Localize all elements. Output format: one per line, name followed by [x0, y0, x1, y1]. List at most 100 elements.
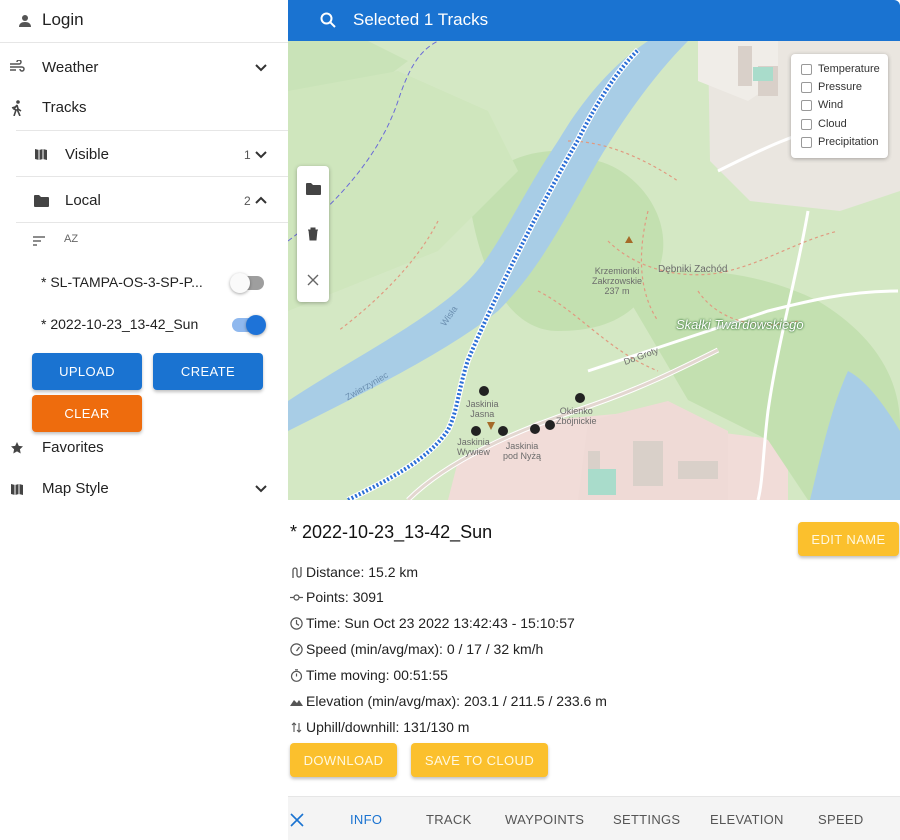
local-count: 2	[244, 194, 251, 208]
track-item-name: * 2022-10-23_13-42_Sun	[41, 316, 199, 332]
sort-row: AZ	[0, 228, 288, 252]
delete-tool[interactable]	[297, 214, 329, 254]
stat-points: Points: 3091	[290, 588, 384, 606]
stat-uphill: Uphill/downhill: 131/130 m	[290, 718, 469, 736]
tab-settings[interactable]: SETTINGS	[613, 797, 680, 840]
stat-time: Time: Sun Oct 23 2022 13:42:43 - 15:10:5…	[290, 614, 575, 632]
tracks-label: Tracks	[42, 99, 87, 116]
trash-icon	[308, 227, 318, 241]
weather-layer-option[interactable]: Precipitation	[801, 134, 879, 150]
favorites-item[interactable]: Favorites	[0, 432, 288, 462]
hiking-icon	[9, 100, 25, 116]
weather-layer-option[interactable]: Cloud	[801, 116, 847, 132]
folder-icon	[33, 192, 49, 208]
save-to-cloud-button[interactable]: SAVE TO CLOUD	[411, 743, 548, 777]
weather-label: Weather	[42, 59, 99, 76]
up-down-arrows-icon	[290, 721, 303, 734]
map-label: Jaskinia Jasna	[466, 399, 499, 419]
chevron-up-icon[interactable]	[254, 193, 268, 207]
weather-layer-option[interactable]: Wind	[801, 97, 843, 113]
map-label: Krzemionki Zakrzowskie 237 m	[592, 266, 643, 296]
local-item[interactable]: Local 2	[0, 183, 288, 217]
sidebar: Login Weather Tracks Visible 1 Local 2 A…	[0, 0, 288, 840]
track-title: * 2022-10-23_13-42_Sun	[290, 522, 493, 542]
stat-distance: Distance: 15.2 km	[290, 563, 418, 581]
login-item[interactable]: Login	[0, 0, 288, 42]
speedometer-icon	[290, 642, 303, 656]
divider	[0, 42, 288, 43]
chevron-down-icon[interactable]	[254, 148, 268, 162]
close-icon[interactable]	[290, 813, 304, 827]
close-icon	[307, 274, 319, 286]
map-label: Skałki Twardowskiego	[676, 317, 804, 332]
bottom-tabs: INFO TRACK WAYPOINTS SETTINGS ELEVATION …	[288, 796, 900, 840]
divider	[16, 176, 288, 177]
visible-item[interactable]: Visible 1	[0, 137, 288, 171]
map-style-item[interactable]: Map Style	[0, 472, 288, 504]
edit-name-button[interactable]: EDIT NAME	[798, 522, 899, 556]
tab-track[interactable]: TRACK	[426, 797, 472, 840]
visible-count: 1	[244, 148, 251, 162]
points-icon	[290, 591, 303, 604]
local-label: Local	[65, 192, 101, 209]
create-button[interactable]: CREATE	[153, 353, 263, 390]
divider	[16, 222, 288, 223]
open-folder-tool[interactable]	[297, 168, 329, 208]
track-info-panel: * 2022-10-23_13-42_Sun EDIT NAME Distanc…	[288, 500, 900, 796]
tab-elevation[interactable]: ELEVATION	[710, 797, 784, 840]
visible-label: Visible	[65, 146, 109, 163]
timer-icon	[290, 668, 303, 682]
download-button[interactable]: DOWNLOAD	[290, 743, 397, 777]
weather-item[interactable]: Weather	[0, 50, 288, 84]
map-label: Jaskinia Wywiew	[457, 437, 490, 457]
divider	[16, 130, 288, 131]
selection-title: Selected 1 Tracks	[353, 10, 489, 29]
login-label: Login	[42, 10, 84, 29]
person-icon	[17, 13, 33, 29]
chevron-down-icon[interactable]	[254, 61, 268, 75]
checkbox[interactable]	[801, 81, 812, 93]
clear-button[interactable]: CLEAR	[32, 395, 142, 432]
clock-icon	[290, 616, 303, 630]
tab-speed[interactable]: SPEED	[818, 797, 864, 840]
track-item-name: * SL-TAMPA-OS-3-SP-P...	[41, 274, 203, 290]
map-label: Dębniki Zachód	[658, 264, 728, 275]
route-icon	[290, 566, 303, 579]
sort-icon[interactable]	[31, 233, 47, 249]
weather-layers-control: Temperature Pressure Wind Cloud Precipit…	[791, 54, 888, 158]
track-item[interactable]: * SL-TAMPA-OS-3-SP-P...	[0, 270, 288, 296]
track-visibility-toggle[interactable]	[232, 315, 266, 335]
stat-speed: Speed (min/avg/max): 0 / 17 / 32 km/h	[290, 640, 543, 658]
terrain-icon	[290, 695, 303, 708]
search-icon[interactable]	[320, 12, 336, 28]
favorites-label: Favorites	[42, 439, 104, 456]
selection-header: Selected 1 Tracks	[288, 0, 900, 41]
checkbox[interactable]	[801, 136, 812, 148]
checkbox[interactable]	[801, 63, 812, 75]
track-visibility-toggle[interactable]	[230, 273, 264, 293]
map-tools	[297, 166, 329, 302]
weather-layer-option[interactable]: Temperature	[801, 61, 880, 77]
checkbox[interactable]	[801, 118, 812, 130]
stat-time-moving: Time moving: 00:51:55	[290, 666, 448, 684]
close-tool[interactable]	[297, 260, 329, 300]
map-view[interactable]: Krzemionki Zakrzowskie 237 m Dębniki Zachó…	[288, 41, 900, 500]
stat-elevation: Elevation (min/avg/max): 203.1 / 211.5 /…	[290, 692, 607, 710]
star-icon	[9, 440, 25, 456]
weather-layer-option[interactable]: Pressure	[801, 79, 862, 95]
sort-az-toggle[interactable]: AZ	[64, 233, 78, 245]
wind-icon	[9, 59, 25, 75]
map-icon	[33, 146, 49, 162]
track-item[interactable]: * 2022-10-23_13-42_Sun	[0, 312, 288, 338]
checkbox[interactable]	[801, 99, 812, 111]
map-label: Okienko Zbójnickie	[556, 406, 597, 426]
chevron-down-icon[interactable]	[254, 482, 268, 496]
folder-icon	[305, 182, 321, 195]
map-icon	[9, 481, 25, 497]
tracks-item[interactable]: Tracks	[0, 91, 288, 125]
upload-button[interactable]: UPLOAD	[32, 353, 142, 390]
map-label: Jaskinia pod Nyżą	[503, 441, 542, 461]
map-style-label: Map Style	[42, 480, 109, 497]
tab-waypoints[interactable]: WAYPOINTS	[505, 797, 584, 840]
tab-info[interactable]: INFO	[350, 797, 382, 840]
